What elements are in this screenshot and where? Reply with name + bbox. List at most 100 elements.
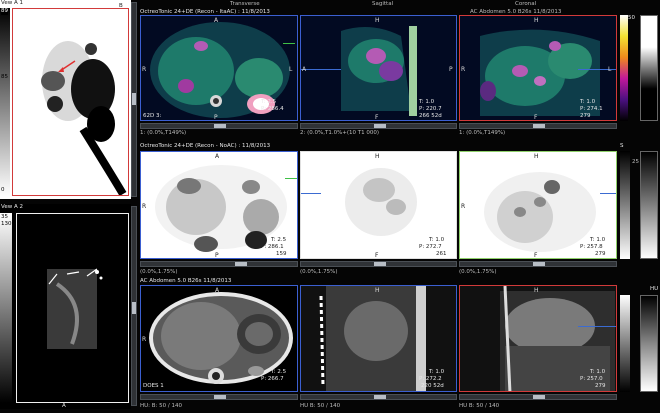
slice-value: 261 xyxy=(436,251,447,257)
slice-value: 279 xyxy=(580,113,591,119)
slice-value: DOES 1 xyxy=(143,383,164,389)
slice-thickness: T: 1.0 xyxy=(419,99,435,105)
row2-slice-slider-2[interactable] xyxy=(300,261,457,267)
row1-slice-slider-3[interactable] xyxy=(459,123,617,129)
mid-bar-label: S xyxy=(620,143,624,149)
scale-top-value: 89 xyxy=(1,8,8,15)
fused-transverse-view[interactable]: A R L P T: 2.5 P: 286.4 62D 3: xyxy=(140,15,298,121)
orient-top: H xyxy=(375,287,380,294)
left-viewport-2[interactable]: Vew A 2 35 130 A xyxy=(0,204,131,409)
row3-pane2-slider-label: HU B: 50 / 140 xyxy=(300,403,341,409)
crosshair-marker xyxy=(283,43,295,44)
corner-marker: B xyxy=(119,3,123,9)
slice-thickness: T: 1.0 xyxy=(429,237,445,243)
row3-slice-slider-3[interactable] xyxy=(459,394,617,400)
ct-gray-bar xyxy=(620,295,630,392)
row1-pane3-slider-label: 1: (0.0%,T149%) xyxy=(459,130,506,136)
corner-info: 62D 3: xyxy=(143,113,162,119)
pet-gray-bar xyxy=(620,151,630,259)
orient-left: A xyxy=(302,66,307,73)
slice-thickness: T: 1.0 xyxy=(590,237,606,243)
position-value: P: 220.7 xyxy=(419,106,442,112)
pet-color-bar xyxy=(620,15,628,121)
crosshair-h xyxy=(301,193,321,194)
viewport-title: Vew A 2 xyxy=(1,204,23,210)
position-value: P: 286.4 xyxy=(261,106,284,112)
viewport-title: Vew A 1 xyxy=(1,0,23,6)
position-value: P: 266.7 xyxy=(261,376,284,382)
position-value: P: 272.2 xyxy=(419,376,442,382)
pet-sagittal-view[interactable]: H F T: 1.0 P: 272.7 261 xyxy=(300,151,457,259)
slice-thickness: T: 2.5 xyxy=(261,99,277,105)
left-scrollbar-1[interactable] xyxy=(131,2,137,197)
slice-thickness: T: 1.0 xyxy=(580,99,596,105)
grayscale-bar xyxy=(0,213,12,403)
orient-top: H xyxy=(534,287,539,294)
row1-slice-slider-1[interactable] xyxy=(140,123,298,129)
orient-top: H xyxy=(375,17,380,24)
gray-bar-max: 25 xyxy=(632,159,639,165)
left-scrollbar-2[interactable] xyxy=(131,206,137,406)
row3-slice-slider-2[interactable] xyxy=(300,394,457,400)
crosshair-marker xyxy=(285,178,297,179)
row3-pane3-slider-label: HU B: 50 / 140 xyxy=(459,403,500,409)
position-value: P: 272.7 xyxy=(419,244,442,250)
row2-pane2-slider-label: (0.0%,1.75%) xyxy=(300,269,338,275)
orient-top: A xyxy=(214,17,219,24)
position-value: P: 257.8 xyxy=(580,244,603,250)
orientation-marker: A xyxy=(62,403,66,409)
orient-bottom: P xyxy=(215,252,219,259)
crosshair-h xyxy=(600,193,616,194)
row3-slice-slider-1[interactable] xyxy=(140,394,298,400)
crosshair-h xyxy=(301,69,341,70)
slice-thickness: T: 2.5 xyxy=(271,369,287,375)
slice-value: 279 xyxy=(595,251,606,257)
orient-bottom: P xyxy=(214,114,218,121)
row1-pane2-slider-label: 2: (0.0%,T1.0%+(10 T1 000) xyxy=(300,130,380,136)
row3-header: AC Abdomen 5.0 B26s 11/8/2013 xyxy=(140,278,232,284)
hu-label: HU xyxy=(650,286,659,292)
scale-mid-value: 85 xyxy=(1,74,8,80)
ct-sagittal-view[interactable]: H T: 1.0 P: 272.2 220 52d xyxy=(300,285,457,392)
position-value: P: 257.0 xyxy=(580,376,603,382)
slice-value: 159 xyxy=(276,251,287,257)
orient-right: P xyxy=(449,66,453,73)
ct-hu-window-bar xyxy=(640,295,658,392)
orient-left: R xyxy=(461,66,466,73)
slice-value: 266 52d xyxy=(419,113,442,119)
row2-pane1-slider-label: (0.0%,1.75%) xyxy=(140,269,178,275)
fused-sagittal-view[interactable]: H A P F T: 1.0 P: 220.7 266 52d xyxy=(300,15,457,121)
row2-slice-slider-1[interactable] xyxy=(140,261,298,267)
pet-coronal-view[interactable]: H R F T: 1.0 P: 257.8 279 xyxy=(459,151,617,259)
ct-coronal-view[interactable]: H T: 1.0 P: 257.0 279 xyxy=(459,285,617,392)
slice-value: 220 52d xyxy=(421,383,444,389)
row2-pane3-slider-label: (0.0%,1.75%) xyxy=(459,269,497,275)
row1-slice-slider-2[interactable] xyxy=(300,123,457,129)
ct-window-bar xyxy=(640,15,658,121)
slice-thickness: T: 1.0 xyxy=(429,369,445,375)
ct-transverse-view[interactable]: A R T: 2.5 P: 266.7 DOES 1 xyxy=(140,285,298,392)
position-value: P: 286.1 xyxy=(261,244,284,250)
mip-projection-image xyxy=(12,8,129,196)
row2-slice-slider-3[interactable] xyxy=(459,261,617,267)
grayscale-bar xyxy=(0,8,10,196)
scale-value-1: 35 xyxy=(1,214,8,220)
orient-top: H xyxy=(534,153,539,160)
scale-value-2: 130 xyxy=(1,221,12,227)
orient-bottom: F xyxy=(375,114,379,121)
position-value: P: 274.1 xyxy=(580,106,603,112)
orient-top: A xyxy=(215,287,220,294)
slice-thickness: T: 1.0 xyxy=(590,369,606,375)
view-title-sagittal: Sagittal xyxy=(372,1,394,7)
pet-transverse-view[interactable]: A R P T: 2.5 P: 286.1 159 xyxy=(140,151,298,259)
left-viewport-1[interactable]: Vew A 1 89 85 0 B xyxy=(0,0,131,199)
row3-pane1-slider-label: HU: B: 50 / 140 xyxy=(140,403,182,409)
orient-bottom: F xyxy=(534,114,538,121)
crosshair-h xyxy=(578,326,616,327)
view-title-transverse: Transverse xyxy=(230,1,260,7)
fused-coronal-view[interactable]: H R L F T: 1.0 P: 274.1 279 xyxy=(459,15,617,121)
ct-volume-render-image xyxy=(16,213,129,403)
scale-low-value: 0 xyxy=(1,187,5,193)
row1-pane1-slider-label: 1: (0.0%,T149%) xyxy=(140,130,187,136)
color-bar-max: 50 xyxy=(628,15,635,21)
